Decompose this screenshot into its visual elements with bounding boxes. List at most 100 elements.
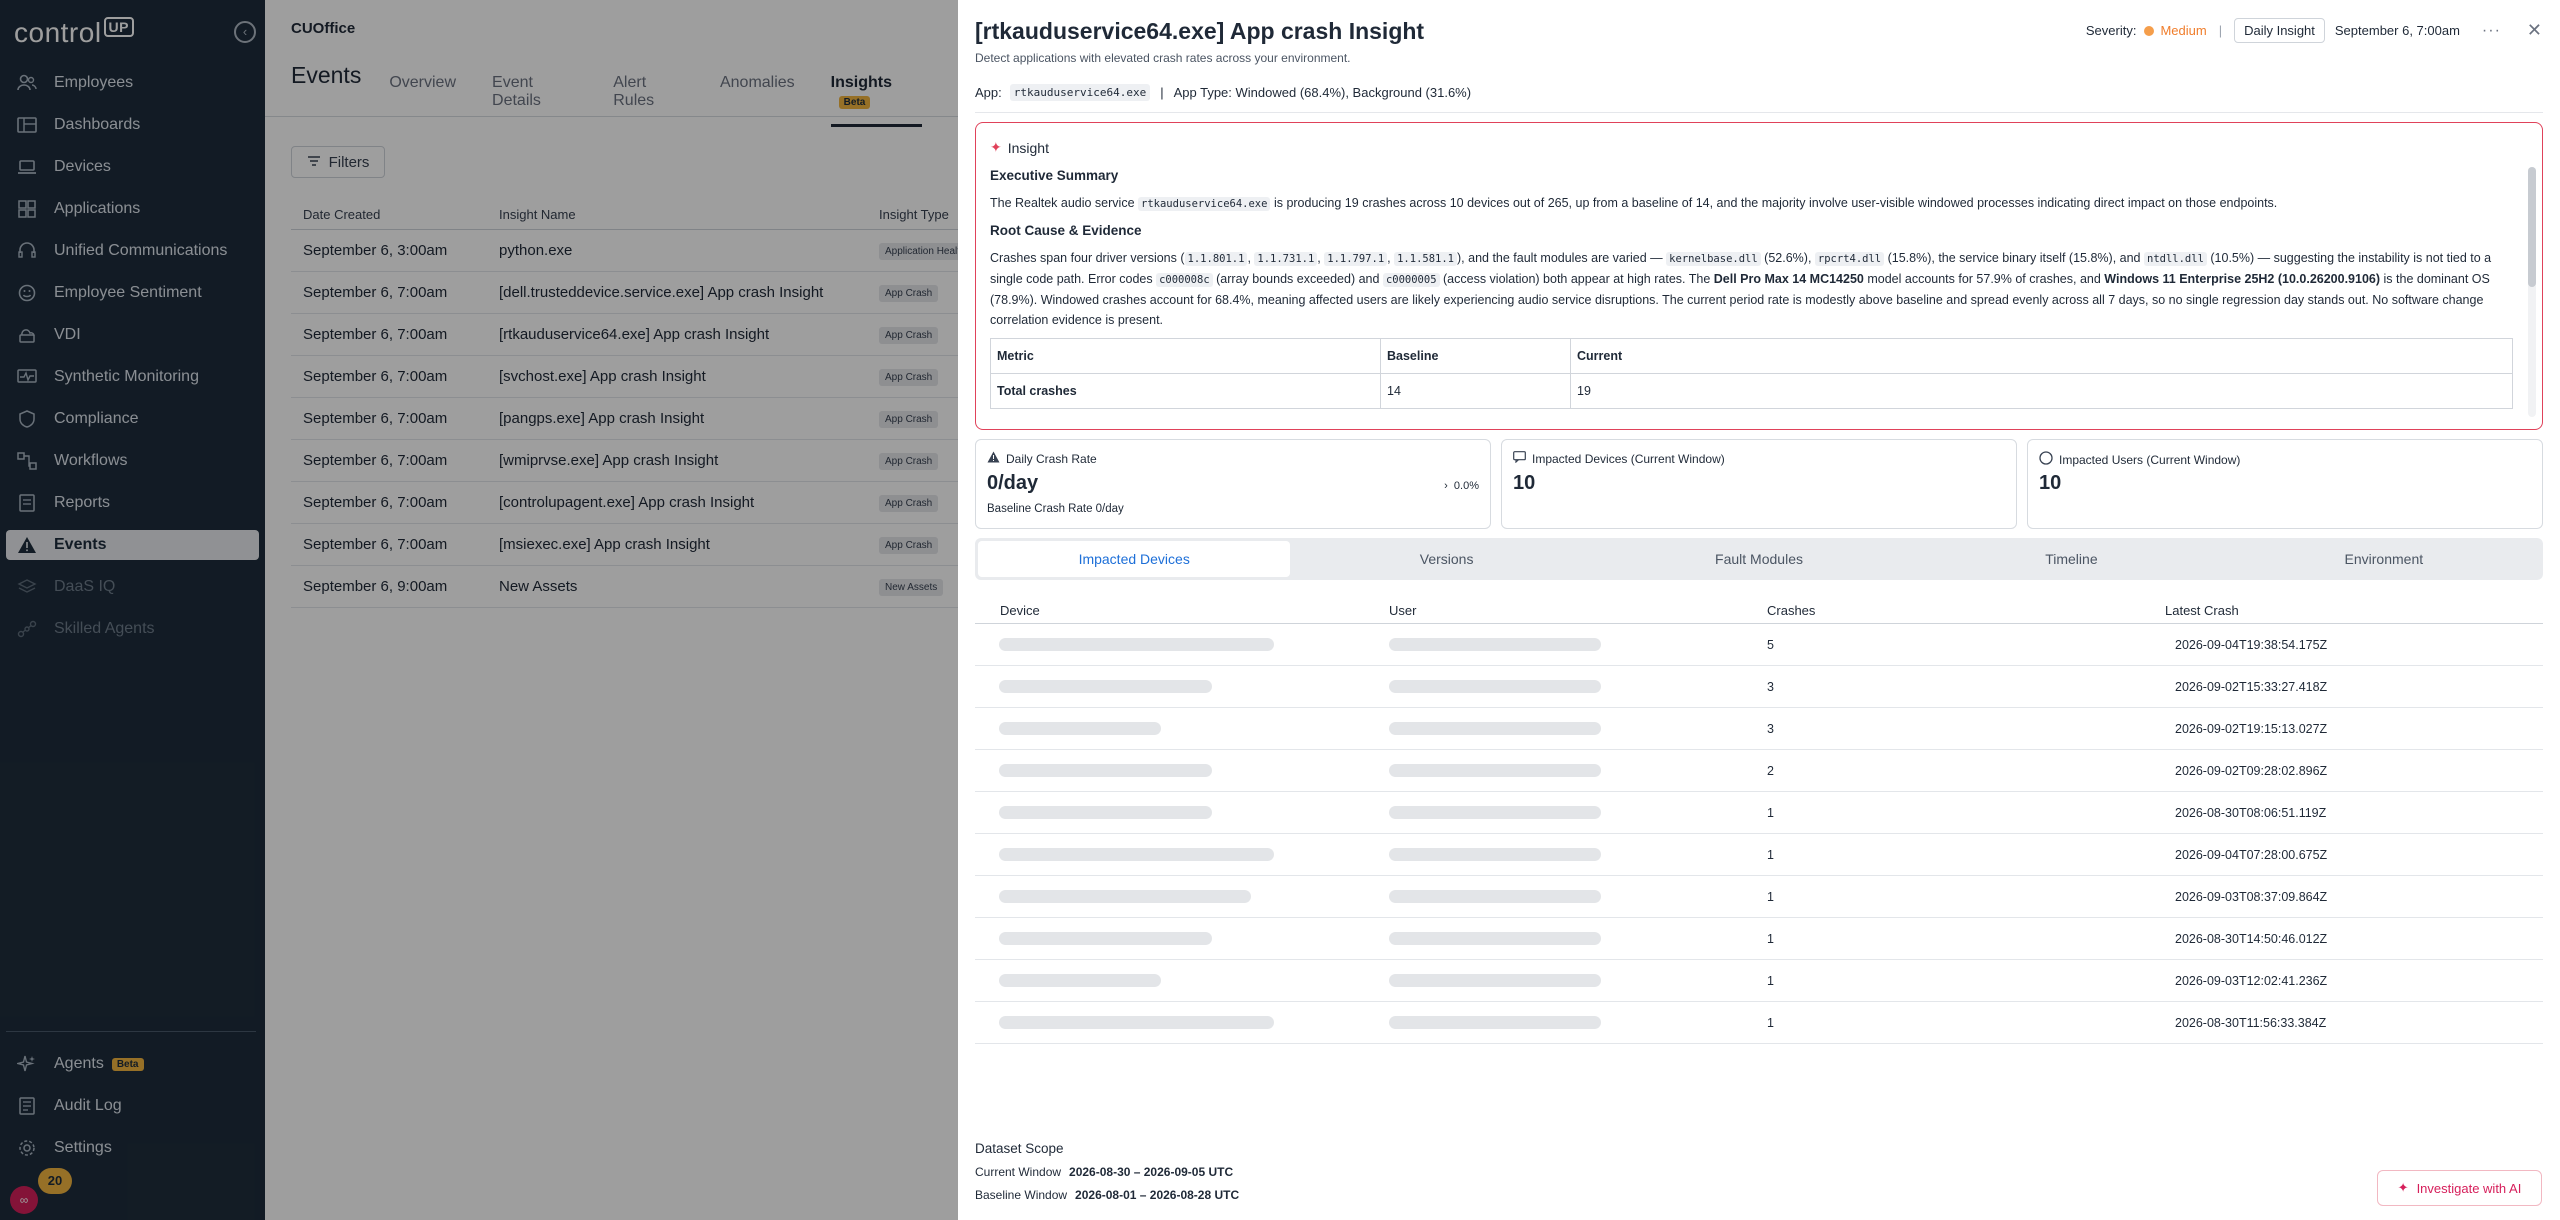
close-icon[interactable]: ✕ [2527, 20, 2542, 41]
sidebar-item-events[interactable]: Events [6, 530, 259, 560]
table-row[interactable]: 3 2026-09-02T15:33:27.418Z [975, 666, 2543, 708]
cell-name: [wmiprvse.exe] App crash Insight [499, 452, 719, 469]
filters-button[interactable]: Filters [291, 146, 385, 178]
sidebar-item-applications[interactable]: Applications [0, 188, 265, 230]
sidebar-item-dashboards[interactable]: Dashboards [0, 104, 265, 146]
card-value: 10 [2039, 472, 2062, 494]
sidebar-item-label: Applications [54, 200, 141, 217]
sidebar-item-compliance[interactable]: Compliance [0, 398, 265, 440]
cell-device [975, 890, 1365, 903]
sidebar-item-settings[interactable]: Settings [0, 1127, 265, 1169]
tab-overview[interactable]: Overview [389, 74, 456, 106]
table-row[interactable]: September 6, 7:00am [pangps.exe] App cras… [291, 398, 958, 440]
investigate-with-ai-label: Investigate with AI [2416, 1180, 2522, 1196]
table-row[interactable]: 1 2026-09-03T08:37:09.864Z [975, 876, 2543, 918]
table-row[interactable]: 5 2026-09-04T19:38:54.175Z [975, 624, 2543, 666]
cell-type: Application Health [879, 241, 958, 260]
card-label-text: Impacted Devices (Current Window) [1532, 451, 1725, 466]
table-row[interactable]: 3 2026-09-02T19:15:13.027Z [975, 708, 2543, 750]
sidebar-item-devices[interactable]: Devices [0, 146, 265, 188]
insight-scrollbar-thumb[interactable] [2528, 167, 2536, 287]
table-row[interactable]: September 6, 7:00am [msiexec.exe] App cra… [291, 524, 958, 566]
table-row[interactable]: September 6, 7:00am [rtkauduservice64.exe… [291, 314, 958, 356]
tab-timeline[interactable]: Timeline [1915, 541, 2227, 577]
cell-crashes: 1 [1767, 805, 1774, 820]
users-icon [16, 72, 38, 94]
column-device[interactable]: Device [975, 603, 1365, 618]
sidebar-item-reports[interactable]: Reports [0, 482, 265, 524]
cell-name: [dell.trusteddevice.service.exe] App cra… [499, 284, 824, 301]
inline-code: kernelbase.dll [1666, 252, 1761, 266]
cell-crashes: 1 [1767, 847, 1774, 862]
table-row[interactable]: September 6, 7:00am [dell.trusteddevice.s… [291, 272, 958, 314]
table-row[interactable]: 2 2026-09-02T09:28:02.896Z [975, 750, 2543, 792]
dataset-scope: Dataset Scope Current Window 2026-08-30 –… [975, 1141, 1239, 1211]
tab-environment[interactable]: Environment [2228, 541, 2540, 577]
cell-latest-crash: 2026-09-04T19:38:54.175Z [2175, 637, 2328, 652]
column-crashes[interactable]: Crashes [1755, 603, 2145, 618]
table-row[interactable]: 1 2026-09-04T07:28:00.675Z [975, 834, 2543, 876]
drawer-title: [rtkauduservice64.exe] App crash Insight [975, 18, 1425, 44]
sidebar-item-employees[interactable]: Employees [0, 62, 265, 104]
table-row[interactable]: September 6, 7:00am [wmiprvse.exe] App cr… [291, 440, 958, 482]
type-pill: App Crash [879, 453, 939, 470]
tab-versions[interactable]: Versions [1290, 541, 1602, 577]
sidebar-item-employee-sentiment[interactable]: Employee Sentiment [0, 272, 265, 314]
cell-type: New Assets [879, 577, 958, 596]
table-row[interactable]: 1 2026-09-03T12:02:41.236Z [975, 960, 2543, 1002]
table-row[interactable]: 1 2026-08-30T14:50:46.012Z [975, 918, 2543, 960]
cell-name: [msiexec.exe] App crash Insight [499, 536, 710, 553]
column-insight-name[interactable]: Insight Name [487, 207, 879, 222]
table-row[interactable]: September 6, 9:00am New Assets New Assets [291, 566, 958, 608]
cell-type: App Crash [879, 325, 958, 344]
notification-badge[interactable]: 20 [38, 1168, 72, 1194]
cell-type: App Crash [879, 367, 958, 386]
insight-drawer: [rtkauduservice64.exe] App crash Insight… [958, 0, 2560, 1220]
redacted-placeholder [1389, 1016, 1601, 1029]
sidebar-item-skilled-agents[interactable]: Skilled Agents [0, 608, 265, 650]
sidebar-divider [6, 1031, 256, 1032]
column-user[interactable]: User [1365, 603, 1755, 618]
drawer-header-actions: Severity: Medium | Daily Insight Septemb… [2086, 18, 2542, 43]
sidebar-item-workflows[interactable]: Workflows [0, 440, 265, 482]
text-run: Crashes span four driver versions ( [990, 251, 1185, 265]
redacted-placeholder [1389, 806, 1601, 819]
sidebar-item-label: Audit Log [54, 1097, 122, 1114]
column-insight-type[interactable]: Insight Type [879, 207, 958, 222]
sidebar-item-synthetic-monitoring[interactable]: Synthetic Monitoring [0, 356, 265, 398]
sidebar-item-vdi[interactable]: VDI [0, 314, 265, 356]
column-date-created[interactable]: Date Created [291, 207, 487, 222]
sidebar-item-unified-communications[interactable]: Unified Communications [0, 230, 265, 272]
sidebar-item-audit-log[interactable]: Audit Log [0, 1085, 265, 1127]
user-avatar[interactable]: ∞ [10, 1186, 38, 1214]
tab-impacted-devices[interactable]: Impacted Devices [978, 541, 1291, 577]
cell-date: September 6, 7:00am [303, 368, 448, 385]
cell-date: September 6, 7:00am [303, 452, 448, 469]
daily-insight-button[interactable]: Daily Insight [2234, 18, 2325, 43]
cell-type: App Crash [879, 283, 958, 302]
metric-cell: 14 [1380, 373, 1571, 409]
cell-crashes: 1 [1767, 1015, 1774, 1030]
controlup-logo[interactable]: control UP [14, 17, 134, 48]
tab-insights[interactable]: Insights Beta [830, 74, 922, 127]
sidebar-item-daas-iq[interactable]: DaaS IQ [0, 566, 265, 608]
column-latest-crash[interactable]: Latest Crash [2145, 603, 2543, 618]
investigate-with-ai-button[interactable]: ✦ Investigate with AI [2377, 1170, 2542, 1206]
cell-type: App Crash [879, 493, 958, 512]
cell-type: App Crash [879, 409, 958, 428]
more-options-icon[interactable]: ··· [2482, 22, 2501, 40]
table-row[interactable]: 1 2026-08-30T11:56:33.384Z [975, 1002, 2543, 1044]
chat-icon [1513, 451, 1526, 466]
redacted-placeholder [1389, 722, 1601, 735]
tab-fault-modules[interactable]: Fault Modules [1603, 541, 1915, 577]
table-row[interactable]: September 6, 7:00am [controlupagent.exe] … [291, 482, 958, 524]
table-row[interactable]: 1 2026-08-30T08:06:51.119Z [975, 792, 2543, 834]
redacted-placeholder [999, 764, 1212, 777]
sidebar-item-agents[interactable]: Agents Beta [0, 1043, 265, 1085]
chevron-left-icon[interactable]: ‹ [234, 21, 256, 43]
table-row[interactable]: September 6, 3:00am python.exe Application… [291, 230, 958, 272]
impacted-devices-card: Impacted Devices (Current Window) 10 [1501, 439, 2017, 529]
cell-type: App Crash [879, 535, 958, 554]
table-row[interactable]: September 6, 7:00am [svchost.exe] App cra… [291, 356, 958, 398]
tab-anomalies[interactable]: Anomalies [720, 74, 795, 106]
